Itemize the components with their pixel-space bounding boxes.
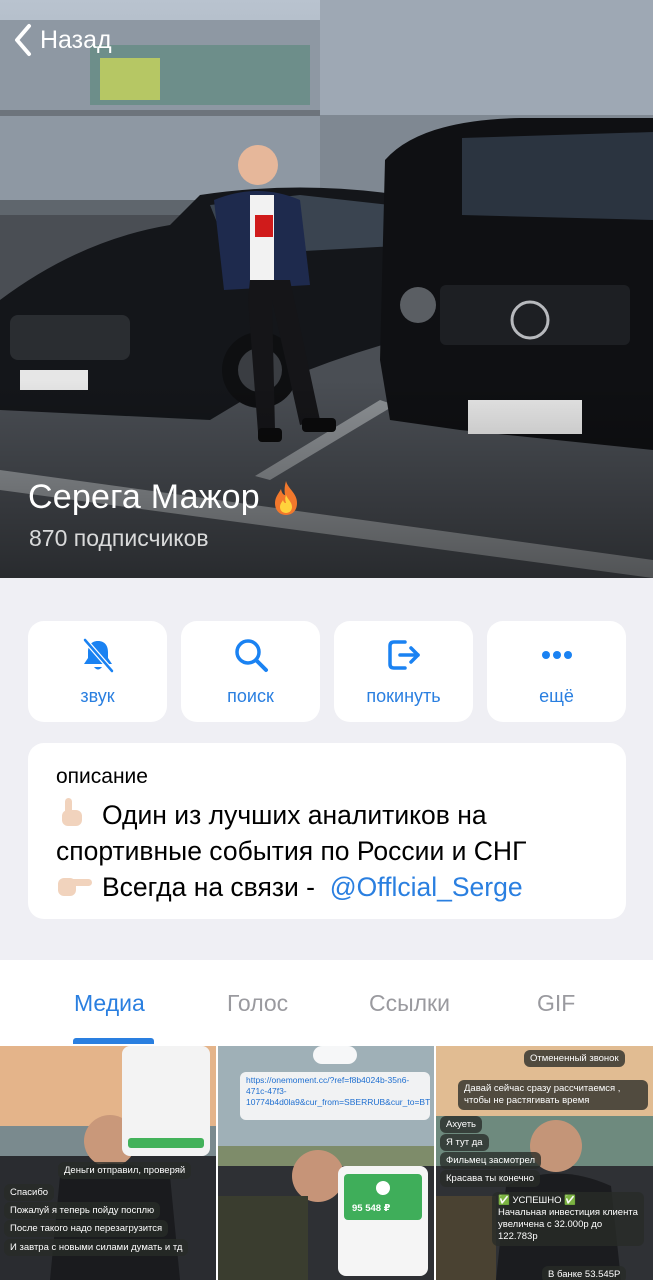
chat-bubble: Спасибо (4, 1184, 55, 1201)
description-line-2: спортивные события по России и СНГ (56, 836, 527, 866)
tab-voice[interactable]: Голос (227, 990, 288, 1017)
description-line-3: Всегда на связи - @Offlcial_Serge (56, 869, 598, 905)
chat-bubble: Пожалуй я теперь пойду посплю (4, 1202, 161, 1219)
description-line-1: Один из лучших аналитиков на (56, 797, 598, 833)
chat-bubble: Я тут да (440, 1134, 489, 1151)
media-thumbnail[interactable]: Деньги отправил, проверяй Спасибо Пожалу… (0, 1046, 216, 1280)
fire-emoji-icon (274, 480, 297, 515)
channel-description: описание Один из лучших аналитиков на сп… (28, 743, 626, 919)
tab-links[interactable]: Ссылки (369, 990, 450, 1017)
media-grid: Деньги отправил, проверяй Спасибо Пожалу… (0, 1044, 653, 1280)
contact-handle-link[interactable]: @Offlcial_Serge (330, 872, 523, 902)
transfer-amount: 95 548 ₽ (352, 1203, 391, 1214)
chat-bubble: Красава ты конечно (440, 1170, 541, 1187)
channel-name: Серега Мажор (28, 478, 260, 516)
back-button[interactable]: Назад (12, 18, 112, 62)
chat-bubble: И завтра с новыми силами думать и тд (4, 1239, 189, 1256)
search-icon (234, 639, 268, 672)
backhand-index-pointing-right-icon (58, 878, 92, 896)
channel-title: Серега Мажор (28, 478, 302, 517)
leave-label: покинуть (366, 686, 441, 706)
chat-bubble: Деньги отправил, проверяй (58, 1162, 192, 1179)
description-caption: описание (56, 765, 148, 788)
mute-button[interactable]: звук (28, 621, 167, 722)
chat-bubble: ✅ УСПЕШНО ✅ Начальная инвестиция клиента… (492, 1192, 644, 1246)
channel-actions: звук поиск покинуть ещё (28, 621, 626, 722)
chevron-left-icon (15, 24, 31, 56)
more-button[interactable]: ещё (487, 621, 626, 722)
link-message: https://onemoment.cc/?ref=f8b4024b-35n6-… (240, 1072, 430, 1120)
leave-icon (387, 640, 420, 670)
mute-label: звук (80, 686, 115, 706)
search-label: поиск (227, 686, 274, 706)
channel-cover-photo: Назад Серега Мажор 870 подписчиков (0, 0, 653, 578)
subscriber-count: 870 подписчиков (29, 525, 209, 551)
more-label: ещё (539, 686, 574, 706)
bell-slash-icon (82, 638, 114, 673)
tab-gif[interactable]: GIF (537, 990, 575, 1017)
chat-bubble: Отмененный звонок (524, 1050, 625, 1067)
chat-bubble: Давай сейчас сразу рассчитаемся , чтобы … (458, 1080, 648, 1110)
chat-bubble: Ахуеть (440, 1116, 482, 1133)
chat-bubble: После такого надо перезагрузится (4, 1220, 169, 1237)
media-tabs: Медиа Голос Ссылки GIF (0, 960, 653, 1044)
tab-media[interactable]: Медиа (74, 990, 145, 1017)
media-thumbnail[interactable]: https://onemoment.cc/?ref=f8b4024b-35n6-… (218, 1046, 434, 1280)
index-pointing-up-icon (62, 798, 82, 826)
more-dots-icon (541, 651, 572, 659)
leave-button[interactable]: покинуть (334, 621, 473, 722)
back-label: Назад (40, 25, 112, 54)
media-thumbnail[interactable]: Отмененный звонок Давай сейчас сразу рас… (436, 1046, 653, 1280)
search-button[interactable]: поиск (181, 621, 320, 722)
chat-bubble: В банке 53.545Р (542, 1266, 627, 1280)
chat-bubble: Фильмец засмотрел (440, 1152, 542, 1169)
